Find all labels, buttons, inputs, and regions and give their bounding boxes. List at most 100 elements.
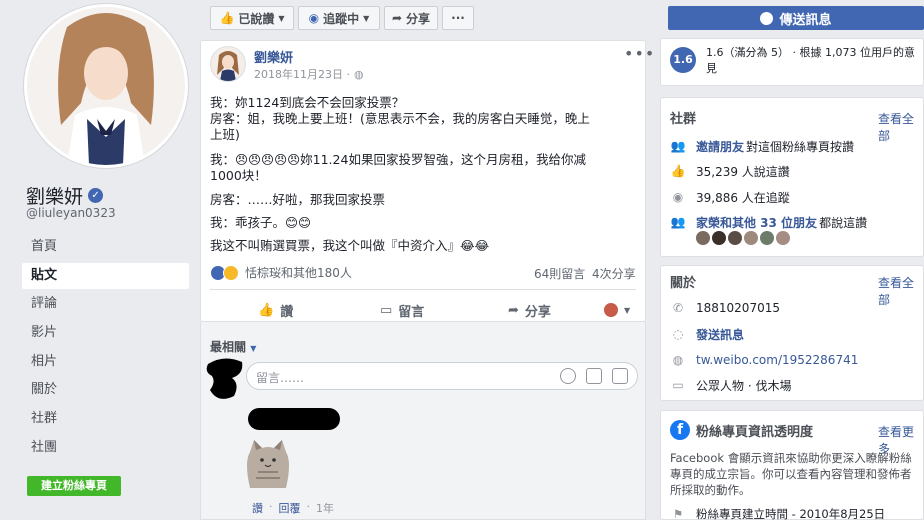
friend-avatar[interactable] bbox=[776, 231, 790, 245]
nav-item-photos[interactable]: 相片 bbox=[22, 349, 189, 375]
react-as-selector[interactable]: ▼ bbox=[604, 300, 630, 320]
speech-bubble-icon: ▭ bbox=[380, 302, 393, 318]
transparency-title: 粉絲專頁資訊透明度 bbox=[696, 424, 814, 440]
chevron-down-icon: ▼ bbox=[624, 305, 631, 315]
chevron-down-icon: ▼ bbox=[278, 13, 285, 23]
about-title: 關於 bbox=[670, 276, 697, 291]
about-see-all-link[interactable]: 查看全部 bbox=[878, 274, 924, 308]
liked-label: 已說讚 bbox=[238, 11, 275, 26]
post-text-line: 我：😠😠😠😠😠妳11.24如果回家投罗智強，这个月房租，我给你减 bbox=[210, 152, 586, 167]
page-username[interactable]: @liuleyan0323 bbox=[26, 206, 116, 220]
send-message-label: 傳送訊息 bbox=[779, 12, 832, 28]
post-text-line: 房客：姐，我晚上要上班！(意思表示不会，我的房客白天睡觉，晚上 bbox=[210, 111, 590, 126]
rss-icon: ◉ bbox=[308, 11, 320, 25]
reactions-text: 恬棕珱和其他180人 bbox=[245, 266, 352, 280]
nav-item-home[interactable]: 首頁 bbox=[22, 234, 189, 260]
share-button[interactable]: ➦ 分享 bbox=[508, 300, 551, 320]
like-label: 讚 bbox=[280, 304, 294, 320]
globe-icon: ◍ bbox=[672, 353, 684, 367]
nav-item-posts[interactable]: 貼文 bbox=[22, 263, 189, 289]
post-text-line: 上班) bbox=[210, 127, 240, 142]
friends-icon: 👥 bbox=[670, 215, 686, 229]
thumbs-up-icon: 👍 bbox=[219, 11, 235, 25]
created-date-row: ⚑ 粉絲專頁建立時間 - 2010年8月25日 bbox=[670, 505, 885, 520]
friend-avatar[interactable] bbox=[712, 231, 726, 245]
website-row: ◍ tw.weibo.com/1952286741 bbox=[670, 351, 859, 369]
post-options-icon[interactable]: ••• bbox=[624, 44, 655, 63]
send-message-button[interactable]: 傳送訊息 bbox=[668, 6, 924, 30]
commenter-avatar-redacted bbox=[204, 352, 246, 404]
separator-dot: · bbox=[306, 500, 311, 513]
comment-button[interactable]: ▭ 留言 bbox=[380, 300, 424, 320]
post-text-line: 1000块！ bbox=[210, 168, 267, 183]
send-message-link[interactable]: 發送訊息 bbox=[696, 326, 744, 343]
emoji-icon[interactable] bbox=[560, 368, 576, 384]
share-page-button[interactable]: ➦ 分享 bbox=[384, 6, 438, 30]
nav-item-videos[interactable]: 影片 bbox=[22, 320, 189, 346]
comment-count[interactable]: 64則留言 bbox=[534, 265, 585, 282]
flag-icon: ⚑ bbox=[672, 507, 684, 520]
post-author-avatar[interactable] bbox=[210, 46, 246, 82]
friend-avatar[interactable] bbox=[744, 231, 758, 245]
comment-like-link[interactable]: 讚 bbox=[252, 500, 263, 516]
following-button[interactable]: ◉ 追蹤中 ▼ bbox=[298, 6, 380, 30]
rating-badge: 1.6 bbox=[670, 47, 696, 73]
post-text-line: 我这不叫贿選買票，我这个叫做『中资介入』😂😂 bbox=[210, 238, 490, 253]
likes-count: 35,239 人說這讚 bbox=[696, 164, 790, 179]
likes-row: 👍 35,239 人說這讚 bbox=[670, 162, 790, 180]
comment-reply-link[interactable]: 回覆 bbox=[279, 500, 301, 516]
phone-row: ✆ 18810207015 bbox=[670, 299, 780, 317]
share-arrow-icon: ➦ bbox=[391, 11, 403, 25]
friends-like-row: 👥 家榮和其他 33 位朋友 都說這讚 bbox=[670, 213, 868, 231]
chevron-down-icon: ▼ bbox=[363, 13, 370, 23]
gif-icon[interactable] bbox=[586, 368, 602, 384]
post-date-text: 2018年11月23日 · bbox=[254, 68, 350, 81]
reactions-summary[interactable]: 恬棕珱和其他180人 bbox=[210, 264, 352, 281]
comment-time[interactable]: 1年 bbox=[316, 500, 334, 516]
friend-avatar[interactable] bbox=[696, 231, 710, 245]
friend-avatars bbox=[696, 231, 790, 245]
transparency-header: f 粉絲專頁資訊透明度 bbox=[670, 420, 813, 440]
comment-input[interactable]: 留言…… bbox=[256, 369, 304, 386]
friends-like-text: 都說這讚 bbox=[819, 215, 868, 230]
nav-item-about[interactable]: 關於 bbox=[22, 377, 189, 403]
community-see-all-link[interactable]: 查看全部 bbox=[878, 110, 924, 144]
page-title: 劉樂妍 ✓ bbox=[26, 182, 104, 209]
website-link[interactable]: tw.weibo.com/1952286741 bbox=[696, 353, 858, 367]
nav-item-community[interactable]: 社群 bbox=[22, 406, 189, 432]
follows-count: 39,886 人在追蹤 bbox=[696, 190, 790, 205]
more-options-button[interactable]: ··· bbox=[442, 6, 474, 30]
page-category[interactable]: 公眾人物 · 伐木場 bbox=[696, 377, 791, 394]
post-author-name[interactable]: 劉樂妍 bbox=[254, 47, 293, 66]
share-count[interactable]: 4次分享 bbox=[592, 265, 636, 282]
facebook-icon: f bbox=[670, 420, 690, 440]
like-button[interactable]: 👍 讚 bbox=[258, 300, 293, 320]
sticker-icon[interactable] bbox=[612, 368, 628, 384]
comment-meta: 讚 · 回覆 · 1年 bbox=[252, 500, 334, 516]
rating-text[interactable]: 1.6（滿分為 5） · 根據 1,073 位用戶的意見 bbox=[706, 45, 920, 77]
created-date: 粉絲專頁建立時間 - 2010年8月25日 bbox=[696, 507, 886, 520]
pusheen-sticker bbox=[240, 432, 296, 492]
invite-friends-row: 👥 邀請朋友 對這個粉絲專頁按讚 bbox=[670, 137, 855, 155]
friend-avatar[interactable] bbox=[760, 231, 774, 245]
following-label: 追蹤中 bbox=[323, 11, 360, 26]
messenger-icon bbox=[760, 11, 774, 25]
nav-item-reviews[interactable]: 評論 bbox=[22, 291, 189, 317]
category-row: ▭ 公眾人物 · 伐木場 bbox=[670, 376, 791, 394]
invite-friends-text: 對這個粉絲專頁按讚 bbox=[746, 139, 855, 154]
community-title: 社群 bbox=[670, 112, 697, 127]
chevron-down-icon: ▼ bbox=[250, 344, 257, 353]
nav-item-groups[interactable]: 社團 bbox=[22, 435, 189, 461]
follows-row: ◉ 39,886 人在追蹤 bbox=[670, 188, 790, 206]
liked-button[interactable]: 👍 已說讚 ▼ bbox=[210, 6, 294, 30]
friends-like-link[interactable]: 家榮和其他 33 位朋友 bbox=[696, 214, 817, 231]
haha-reaction-icon bbox=[223, 264, 239, 281]
globe-icon: ◍ bbox=[353, 67, 364, 81]
invite-friends-link[interactable]: 邀請朋友 bbox=[696, 138, 744, 155]
comment-input-box[interactable] bbox=[246, 362, 638, 390]
thumbs-up-outline-icon: 👍 bbox=[258, 302, 275, 318]
profile-avatar[interactable] bbox=[24, 4, 188, 168]
create-page-button[interactable]: 建立粉絲專頁 bbox=[27, 476, 121, 496]
post-timestamp[interactable]: 2018年11月23日 · ◍ bbox=[254, 66, 364, 82]
friend-avatar[interactable] bbox=[728, 231, 742, 245]
